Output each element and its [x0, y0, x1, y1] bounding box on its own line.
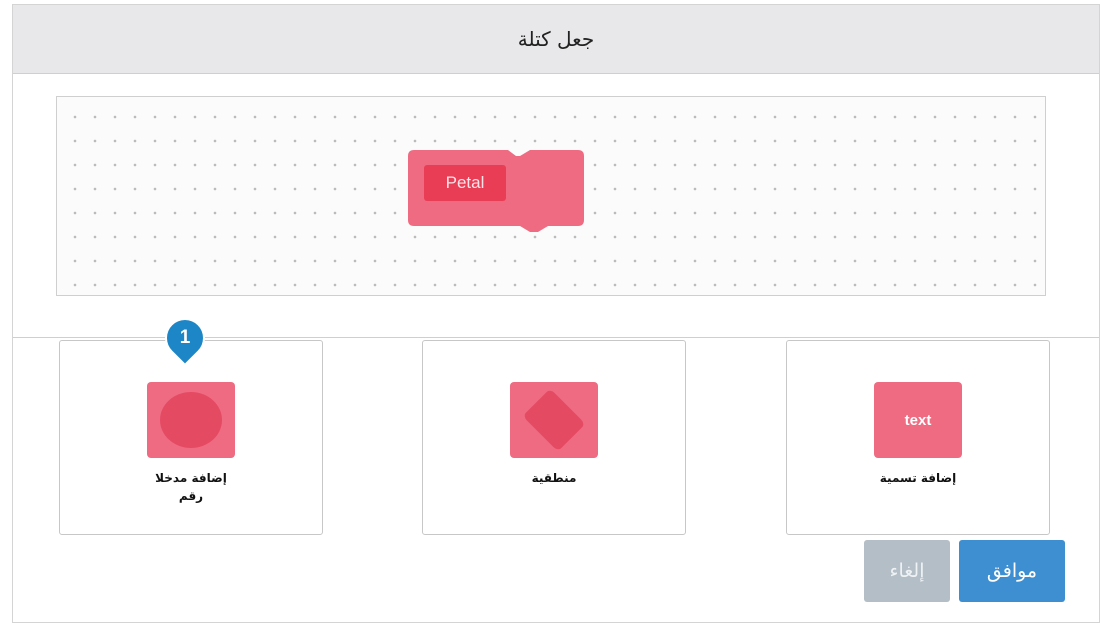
dialog-header: جعل كتلة — [13, 5, 1099, 74]
round-input-icon — [147, 382, 235, 458]
option-label: إضافة مدخلا رقم — [155, 471, 227, 503]
option-label: إضافة تسمية — [879, 471, 957, 485]
callout-number: 1 — [179, 327, 191, 348]
option-add-label[interactable]: text إضافة تسمية — [786, 340, 1050, 535]
option-boolean[interactable]: منطقية — [422, 340, 686, 535]
text-label-icon: text — [874, 382, 962, 458]
petal-block[interactable]: Petal — [408, 150, 588, 242]
cancel-button[interactable]: إلغاء — [864, 540, 950, 602]
boolean-input-icon — [510, 382, 598, 458]
block-name-field[interactable]: Petal — [424, 165, 506, 201]
option-label: منطقية — [531, 471, 577, 485]
dialog-title: جعل كتلة — [517, 27, 595, 51]
ok-button[interactable]: موافق — [959, 540, 1065, 602]
option-add-number-input[interactable]: إضافة مدخلا رقم — [59, 340, 323, 535]
